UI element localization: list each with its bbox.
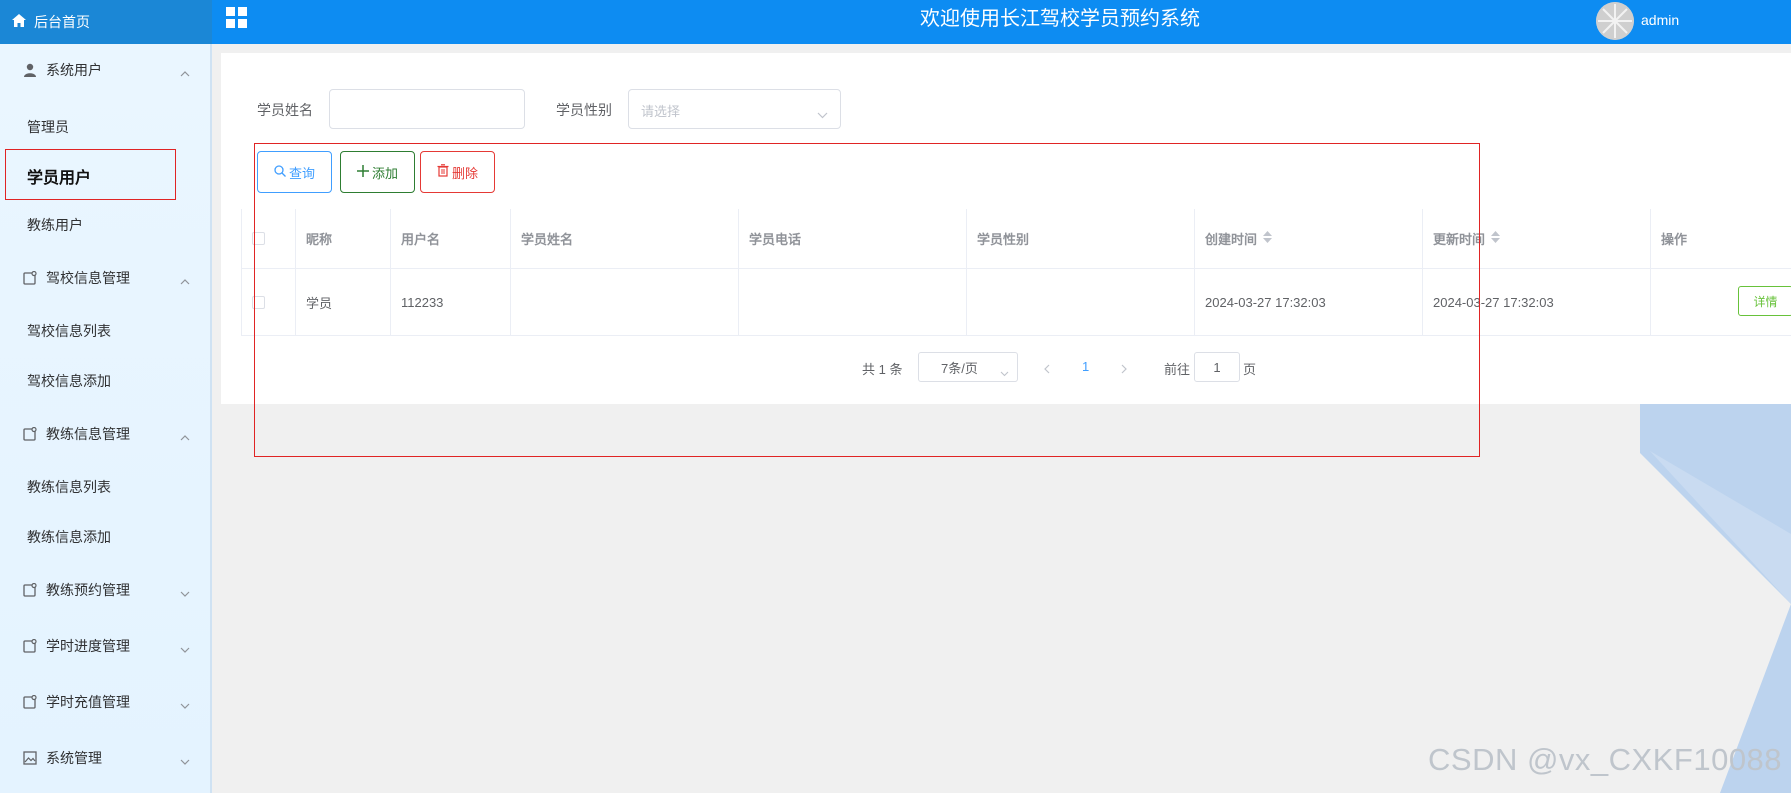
- menu-group-system-users[interactable]: 系统用户: [0, 44, 212, 96]
- sidebar-item-admin[interactable]: 管理员: [0, 105, 212, 149]
- app-title: 欢迎使用长江驾校学员预约系统: [920, 8, 1200, 30]
- image-icon: [22, 750, 38, 766]
- menu-group-coach-booking[interactable]: 教练预约管理: [0, 564, 212, 616]
- chevron-up-icon: [180, 428, 190, 444]
- menu-group-label: 驾校信息管理: [46, 270, 130, 286]
- detail-button[interactable]: 详情: [1738, 286, 1791, 316]
- chevron-down-icon: [180, 696, 190, 712]
- chevron-up-icon: [180, 272, 190, 288]
- home-tab-label: 后台首页: [34, 14, 90, 30]
- sidebar-item-coach-add[interactable]: 教练信息添加: [0, 515, 212, 559]
- sidebar-item-coach-list[interactable]: 教练信息列表: [0, 465, 212, 509]
- menu-group-system-admin[interactable]: 系统管理: [0, 732, 212, 784]
- menu-group-coach-info[interactable]: 教练信息管理: [0, 408, 212, 460]
- chevron-down-icon: [180, 752, 190, 768]
- menu-group-label: 系统管理: [46, 750, 102, 766]
- student-gender-label: 学员性别: [556, 102, 612, 118]
- chevron-down-icon: [817, 106, 828, 122]
- sort-icon[interactable]: [1491, 231, 1501, 246]
- menu-group-label: 教练信息管理: [46, 426, 130, 442]
- doc-icon: [22, 638, 38, 654]
- annotation-box-main-area: [254, 143, 1480, 457]
- doc-icon: [22, 426, 38, 442]
- sidebar-item-coach-users[interactable]: 教练用户: [0, 203, 212, 247]
- student-gender-select[interactable]: 请选择: [628, 89, 841, 129]
- sidebar-item-school-list[interactable]: 驾校信息列表: [0, 309, 212, 353]
- chevron-up-icon: [180, 64, 190, 80]
- menu-group-label: 学时进度管理: [46, 638, 130, 654]
- menu-group-hour-recharge[interactable]: 学时充值管理: [0, 676, 212, 728]
- doc-icon: [22, 582, 38, 598]
- chevron-down-icon: [180, 584, 190, 600]
- doc-icon: [22, 694, 38, 710]
- gender-placeholder: 请选择: [641, 104, 681, 119]
- student-name-input[interactable]: [329, 89, 525, 129]
- menu-group-school-info[interactable]: 驾校信息管理: [0, 252, 212, 304]
- menu-group-hour-progress[interactable]: 学时进度管理: [0, 620, 212, 672]
- home-tab[interactable]: 后台首页: [0, 0, 212, 44]
- avatar[interactable]: [1596, 2, 1634, 40]
- annotation-box-active-item: [5, 149, 176, 200]
- sidebar-item-school-add[interactable]: 驾校信息添加: [0, 359, 212, 403]
- top-bar: 后台首页 欢迎使用长江驾校学员预约系统 admin: [0, 0, 1791, 44]
- doc-icon: [22, 270, 38, 286]
- user-icon: [22, 62, 38, 78]
- username[interactable]: admin: [1641, 12, 1679, 28]
- grid-menu-icon[interactable]: [226, 7, 248, 32]
- home-icon: [12, 14, 34, 30]
- student-name-label: 学员姓名: [257, 102, 313, 118]
- menu-group-label: 系统用户: [46, 62, 102, 78]
- watermark: CSDN @vx_CXKF10088: [1428, 742, 1783, 777]
- menu-group-label: 教练预约管理: [46, 582, 130, 598]
- background-decoration: [1640, 404, 1791, 793]
- chevron-down-icon: [180, 640, 190, 656]
- column-header: 操作: [1650, 209, 1791, 268]
- menu-group-label: 学时充值管理: [46, 694, 130, 710]
